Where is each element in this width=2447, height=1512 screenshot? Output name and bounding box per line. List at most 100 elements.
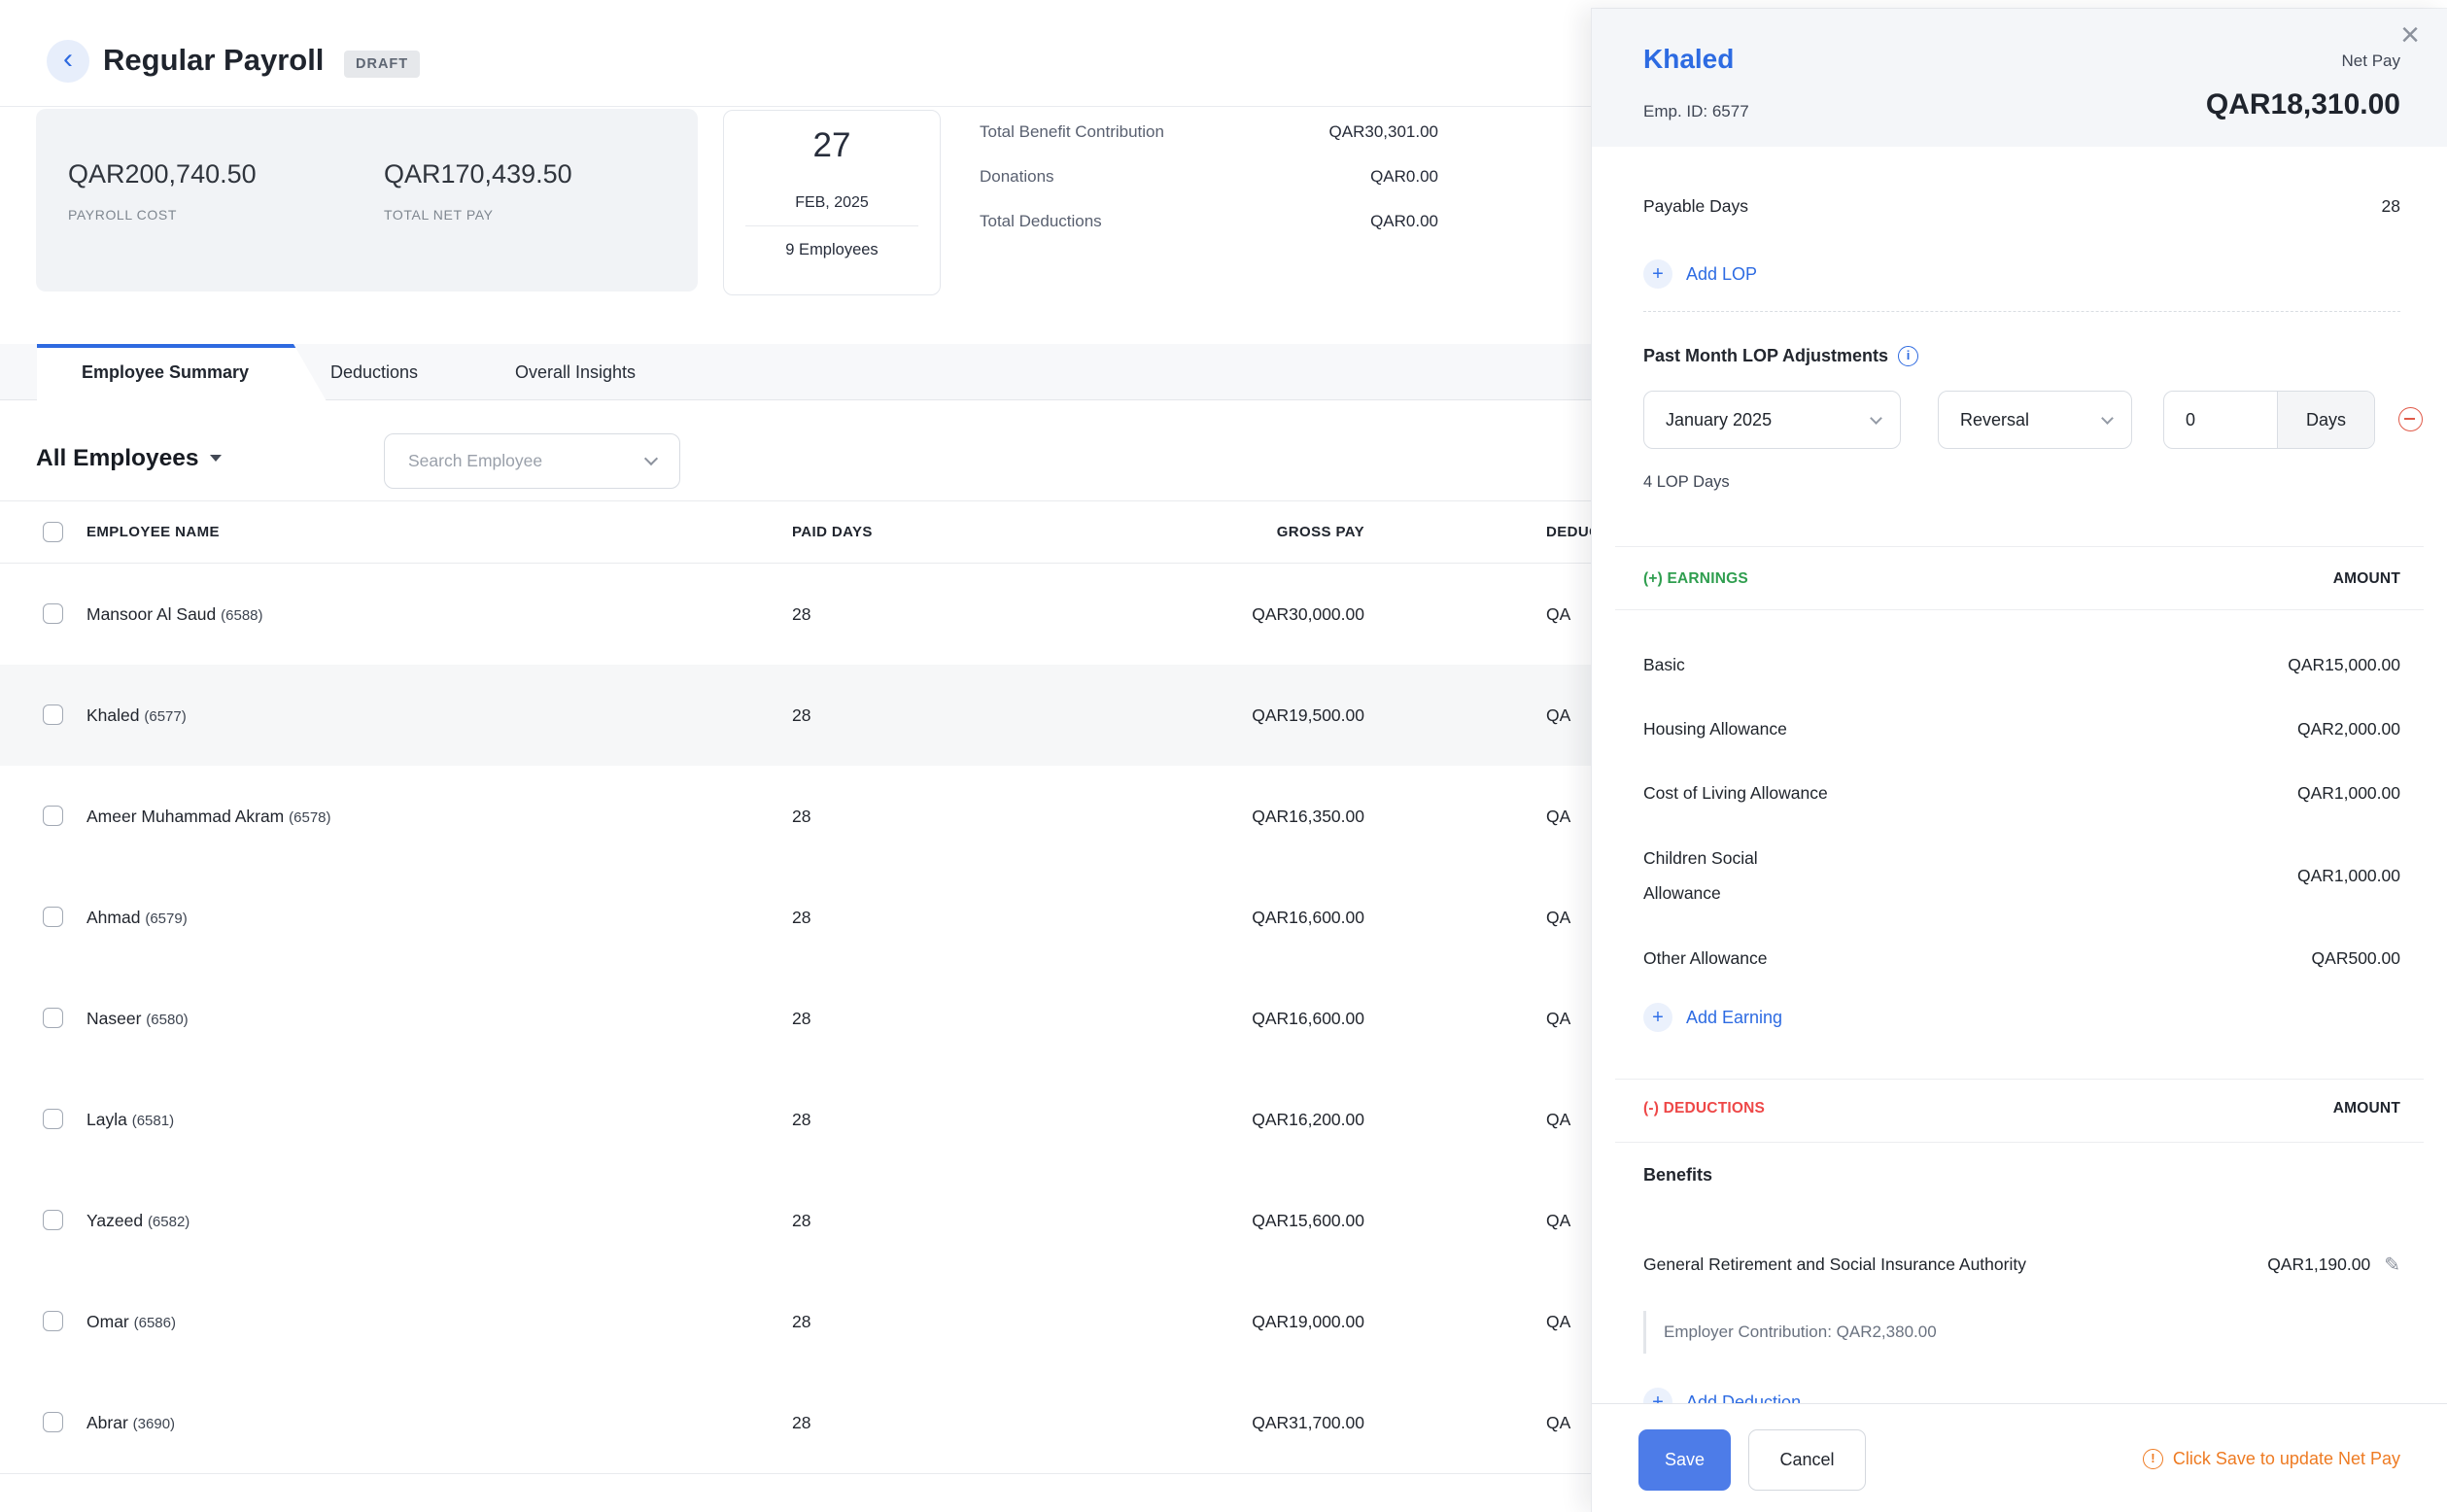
lop-days-input[interactable]: 0 — [2164, 392, 2277, 448]
close-icon[interactable]: × — [2400, 18, 2420, 52]
paid-days-cell: 28 — [792, 665, 810, 766]
total-row: Donations QAR0.00 — [980, 155, 1438, 199]
section-divider — [1615, 546, 2424, 547]
row-checkbox[interactable] — [43, 907, 63, 927]
employee-name-cell[interactable]: Ameer Muhammad Akram (6578) — [86, 766, 331, 869]
info-icon[interactable]: i — [1898, 346, 1918, 366]
payroll-cost-label: PAYROLL COST — [68, 207, 257, 223]
table-row[interactable]: Abrar (3690) 28 QAR31,700.00 QA — [0, 1372, 1591, 1473]
employee-id: (3690) — [133, 1416, 175, 1432]
tab-deductions[interactable]: Deductions — [330, 344, 418, 400]
total-net-pay-stat: QAR170,439.50 TOTAL NET PAY — [384, 159, 572, 223]
tab-employee-summary[interactable]: Employee Summary — [37, 344, 327, 401]
deductions-cell-clipped: QA — [1546, 867, 1570, 968]
lop-month-value: January 2025 — [1666, 392, 1772, 448]
employee-name-cell[interactable]: Mansoor Al Saud (6588) — [86, 564, 263, 667]
table-row[interactable]: Ameer Muhammad Akram (6578) 28 QAR16,350… — [0, 766, 1591, 867]
paid-days-cell: 28 — [792, 1170, 810, 1271]
employee-count: 9 Employees — [724, 241, 940, 259]
gross-pay-cell: QAR16,200.00 — [1252, 1069, 1364, 1170]
employee-name: Naseer — [86, 1009, 141, 1028]
earning-value: QAR2,000.00 — [2297, 719, 2400, 739]
deductions-cell-clipped: QA — [1546, 1372, 1570, 1473]
panel-employee-name-link[interactable]: Khaled — [1643, 44, 1734, 75]
table-row[interactable]: Layla (6581) 28 QAR16,200.00 QA — [0, 1069, 1591, 1170]
row-checkbox[interactable] — [43, 1210, 63, 1230]
gross-pay-cell: QAR19,500.00 — [1252, 665, 1364, 766]
employee-name-cell[interactable]: Layla (6581) — [86, 1069, 174, 1172]
table-row[interactable]: Mansoor Al Saud (6588) 28 QAR30,000.00 Q… — [0, 564, 1591, 665]
chevron-left-icon: ‹ — [63, 43, 73, 75]
lop-type-select[interactable]: Reversal — [1938, 391, 2132, 449]
payable-days-row: Payable Days 28 — [1643, 189, 2400, 223]
row-checkbox[interactable] — [43, 1412, 63, 1432]
employee-name-cell[interactable]: Ahmad (6579) — [86, 867, 188, 970]
employee-filter-dropdown[interactable]: All Employees — [36, 445, 222, 472]
deduction-value: QAR1,190.00 — [2267, 1254, 2370, 1275]
lop-month-select[interactable]: January 2025 — [1643, 391, 1901, 449]
lop-adjustments-title: Past Month LOP Adjustments i — [1643, 336, 1918, 375]
section-divider — [1615, 609, 2424, 610]
table-row[interactable]: Yazeed (6582) 28 QAR15,600.00 QA — [0, 1170, 1591, 1271]
lop-days-unit: Days — [2277, 392, 2374, 448]
table-row[interactable]: Ahmad (6579) 28 QAR16,600.00 QA — [0, 867, 1591, 968]
row-checkbox[interactable] — [43, 806, 63, 826]
paid-days-cell: 28 — [792, 1271, 810, 1372]
employee-name: Omar — [86, 1312, 129, 1331]
gross-pay-cell: QAR16,600.00 — [1252, 867, 1364, 968]
table-row[interactable]: Omar (6586) 28 QAR19,000.00 QA — [0, 1271, 1591, 1372]
remove-lop-row-icon[interactable] — [2398, 407, 2423, 431]
section-divider — [1615, 1142, 2424, 1143]
add-lop-label: Add LOP — [1686, 264, 1757, 285]
earnings-title: (+) EARNINGS — [1643, 570, 1748, 588]
deductions-header: (-) DEDUCTIONS AMOUNT — [1643, 1089, 2400, 1128]
employer-contribution-note: Employer Contribution: QAR2,380.00 — [1643, 1311, 1937, 1354]
employee-name: Ameer Muhammad Akram — [86, 807, 284, 826]
paid-days-cell: 28 — [792, 1069, 810, 1170]
table-row[interactable]: Naseer (6580) 28 QAR16,600.00 QA — [0, 968, 1591, 1069]
employee-name-cell[interactable]: Abrar (3690) — [86, 1372, 175, 1475]
search-employee-input[interactable] — [408, 435, 632, 487]
cancel-button[interactable]: Cancel — [1748, 1429, 1866, 1491]
tab-overall-insights[interactable]: Overall Insights — [515, 344, 636, 400]
table-header: EMPLOYEE NAME PAID DAYS GROSS PAY DEDUC — [0, 500, 1591, 564]
row-checkbox[interactable] — [43, 1109, 63, 1129]
row-checkbox[interactable] — [43, 704, 63, 725]
employee-name: Ahmad — [86, 908, 140, 927]
save-button[interactable]: Save — [1638, 1429, 1731, 1491]
employee-filter-label: All Employees — [36, 445, 198, 471]
employee-name: Abrar — [86, 1413, 128, 1432]
total-net-pay-label: TOTAL NET PAY — [384, 207, 572, 223]
employee-name: Mansoor Al Saud — [86, 604, 216, 624]
employee-id: (6578) — [289, 809, 330, 826]
select-all-checkbox[interactable] — [43, 522, 63, 542]
payroll-cost-value: QAR200,740.50 — [68, 159, 257, 189]
deductions-cell-clipped: QA — [1546, 1069, 1570, 1170]
deductions-cell-clipped: QA — [1546, 564, 1570, 665]
total-row: Total Benefit Contribution QAR30,301.00 — [980, 110, 1438, 155]
employee-name-cell[interactable]: Khaled (6577) — [86, 665, 187, 768]
earning-value: QAR15,000.00 — [2288, 655, 2400, 675]
earning-row: Children Social Allowance QAR1,000.00 — [1643, 825, 2400, 926]
chevron-down-icon — [1870, 412, 1882, 425]
search-employee-combobox[interactable] — [384, 433, 680, 489]
table-row[interactable]: Khaled (6577) 28 QAR19,500.00 QA — [0, 665, 1591, 766]
lop-days-input-group: 0 Days — [2163, 391, 2375, 449]
total-label: Total Deductions — [980, 212, 1102, 231]
paid-days-cell: 28 — [792, 766, 810, 867]
employee-name-cell[interactable]: Yazeed (6582) — [86, 1170, 190, 1273]
employee-id: (6577) — [144, 708, 186, 725]
row-checkbox[interactable] — [43, 1008, 63, 1028]
status-badge: DRAFT — [344, 51, 420, 78]
pay-date-divider — [745, 225, 918, 226]
row-checkbox[interactable] — [43, 603, 63, 624]
add-earning-button[interactable]: + Add Earning — [1643, 994, 2400, 1041]
employee-name-cell[interactable]: Omar (6586) — [86, 1271, 176, 1374]
earnings-list: Basic QAR15,000.00 Housing Allowance QAR… — [1643, 633, 2400, 1041]
edit-pencil-icon[interactable]: ✎ — [2384, 1253, 2400, 1277]
back-button[interactable]: ‹ — [47, 40, 89, 83]
row-checkbox[interactable] — [43, 1311, 63, 1331]
employee-name-cell[interactable]: Naseer (6580) — [86, 968, 189, 1071]
employee-id: (6579) — [145, 911, 187, 927]
add-lop-button[interactable]: + Add LOP — [1643, 251, 1757, 297]
